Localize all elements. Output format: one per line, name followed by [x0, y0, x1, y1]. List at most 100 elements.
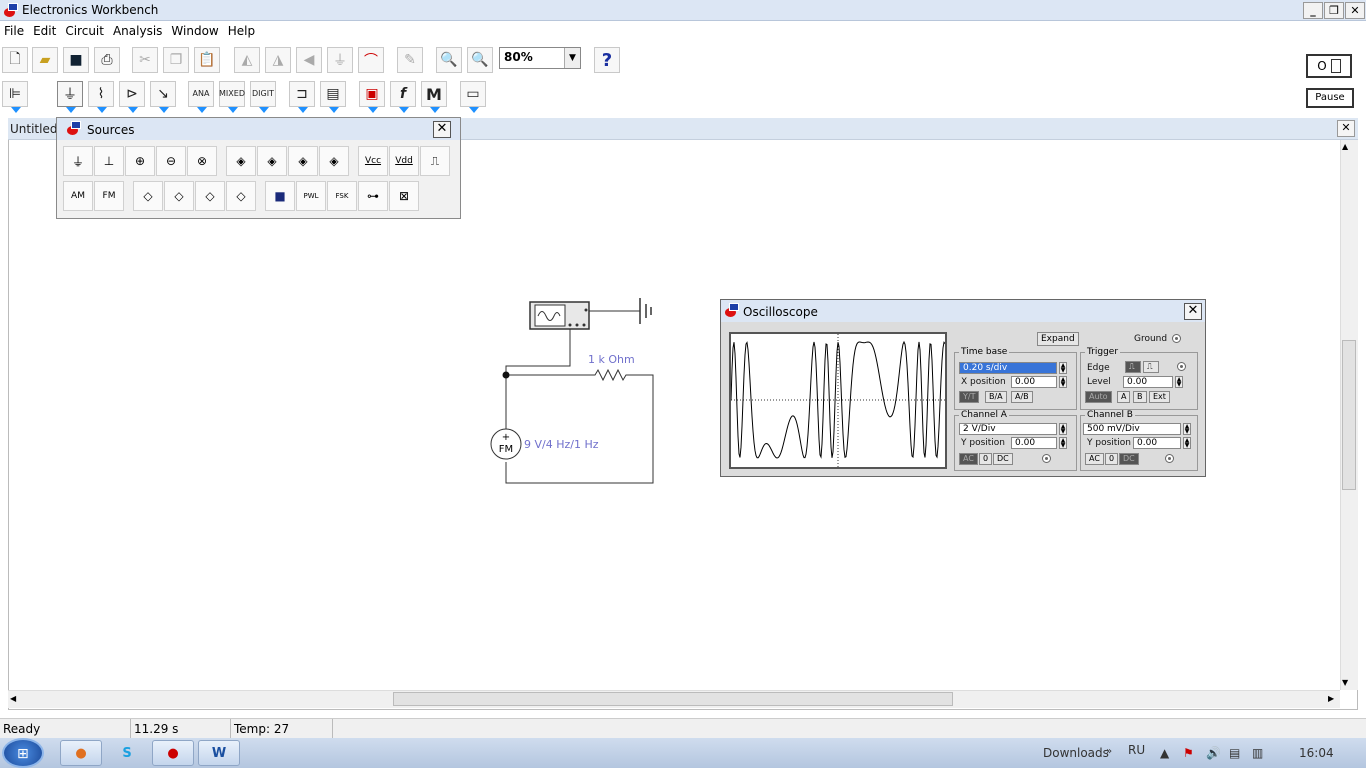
trigger-a-button[interactable]: A: [1117, 391, 1131, 403]
misc-bin-button[interactable]: M: [421, 81, 447, 113]
source-controlled-oneshot[interactable]: ◇: [226, 181, 256, 211]
favorites-bin-button[interactable]: ⊫: [2, 81, 28, 113]
basic-bin-button[interactable]: ⌇: [88, 81, 114, 113]
osc-terminal-b[interactable]: [575, 323, 579, 327]
source-ccvs[interactable]: ◈: [288, 146, 318, 176]
source-am[interactable]: AM: [63, 181, 93, 211]
menu-window[interactable]: Window: [167, 21, 223, 38]
rotate-button[interactable]: ◭: [234, 47, 260, 73]
mode-yt-button[interactable]: Y/T: [959, 391, 980, 403]
subcircuit-button[interactable]: ⏚: [327, 47, 353, 73]
source-fm[interactable]: FM: [94, 181, 124, 211]
analog-ics-bin-button[interactable]: ANA: [188, 81, 214, 113]
source-vcvs[interactable]: ◈: [226, 146, 256, 176]
source-ac-voltage[interactable]: ⊖: [156, 146, 186, 176]
tray-clock[interactable]: 16:04: [1299, 746, 1334, 760]
close-button[interactable]: ✕: [1345, 2, 1365, 19]
channel-a-dc-button[interactable]: DC: [993, 453, 1013, 465]
scroll-up-icon[interactable]: ▲: [1342, 142, 1348, 151]
trigger-ext-button[interactable]: Ext: [1149, 391, 1170, 403]
source-clock[interactable]: ⎍: [420, 146, 450, 176]
paste-button[interactable]: 📋: [194, 47, 220, 73]
source-vdd[interactable]: Vdd: [389, 146, 419, 176]
vertical-scroll-thumb[interactable]: [1342, 340, 1356, 490]
channel-a-ypos-field[interactable]: 0.00: [1011, 437, 1057, 449]
osc-terminal-a[interactable]: [568, 323, 572, 327]
channel-b-ypos-spinner[interactable]: ▲ ▼: [1183, 437, 1191, 449]
source-polynomial[interactable]: ■: [265, 181, 295, 211]
diodes-bin-button[interactable]: ⊳: [119, 81, 145, 113]
flip-horizontal-button[interactable]: ◮: [265, 47, 291, 73]
oscilloscope-close-button[interactable]: ✕: [1184, 303, 1202, 320]
channel-a-scale-spinner[interactable]: ▲ ▼: [1059, 423, 1067, 435]
channel-b-dc-button[interactable]: DC: [1119, 453, 1139, 465]
zoom-select[interactable]: 80% ▼: [499, 47, 581, 69]
source-dc-current[interactable]: ⊕: [125, 146, 155, 176]
pause-button[interactable]: Pause: [1306, 88, 1354, 108]
osc-terminal-ground[interactable]: [582, 323, 586, 327]
source-pwl[interactable]: PWL: [296, 181, 326, 211]
timebase-spinner[interactable]: ▲ ▼: [1059, 362, 1067, 374]
zoom-in-button[interactable]: 🔍: [467, 47, 493, 73]
source-ground[interactable]: ⏚: [63, 146, 93, 176]
taskbar-firefox[interactable]: ●: [60, 740, 102, 766]
restore-button[interactable]: ❐: [1324, 2, 1344, 19]
tray-flag-icon[interactable]: ⚑: [1183, 746, 1194, 760]
menu-circuit[interactable]: Circuit: [61, 21, 109, 38]
menu-file[interactable]: File: [0, 21, 29, 38]
channel-b-zero-button[interactable]: 0: [1105, 453, 1119, 465]
open-button[interactable]: ▰: [32, 47, 58, 73]
channel-a-ypos-spinner[interactable]: ▲ ▼: [1059, 437, 1067, 449]
tray-volume-icon[interactable]: 🔊: [1206, 746, 1221, 760]
document-close-button[interactable]: ✕: [1337, 120, 1355, 137]
mode-ba-button[interactable]: B/A: [985, 391, 1007, 403]
tray-downloads[interactable]: Downloads: [1043, 746, 1109, 760]
osc-terminal-trigger[interactable]: [584, 308, 588, 312]
channel-b-scale-field[interactable]: 500 mV/Div: [1083, 423, 1181, 435]
menu-help[interactable]: Help: [224, 21, 260, 38]
cut-button[interactable]: ✂: [132, 47, 158, 73]
start-button[interactable]: ⊞: [2, 738, 44, 768]
tray-language[interactable]: RU: [1128, 743, 1145, 757]
sources-bin-button[interactable]: ⏚: [57, 81, 83, 113]
tray-device-icon[interactable]: ▤: [1229, 746, 1240, 760]
indicators-bin-button[interactable]: ▣: [359, 81, 385, 113]
digital-bin-button[interactable]: ▤: [320, 81, 346, 113]
edge-falling-button[interactable]: ⎍: [1143, 361, 1159, 373]
minimize-button[interactable]: _: [1303, 2, 1323, 19]
expand-button[interactable]: Expand: [1037, 332, 1079, 346]
source-vc-square[interactable]: ◇: [195, 181, 225, 211]
timebase-field[interactable]: 0.20 s/div: [959, 362, 1057, 374]
source-vcc[interactable]: Vcc: [358, 146, 388, 176]
xpos-spinner[interactable]: ▲ ▼: [1059, 376, 1067, 388]
graph-button[interactable]: ⌒: [358, 47, 384, 73]
print-button[interactable]: ⎙: [94, 47, 120, 73]
scroll-down-icon[interactable]: ▼: [1342, 678, 1348, 687]
power-switch[interactable]: O: [1306, 54, 1352, 78]
trigger-terminal[interactable]: [1177, 362, 1186, 371]
scroll-left-icon[interactable]: ◀: [10, 694, 16, 703]
channel-a-ac-button[interactable]: AC: [959, 453, 978, 465]
source-fm-voltage-controlled[interactable]: ◇: [133, 181, 163, 211]
source-battery[interactable]: ⊥: [94, 146, 124, 176]
controls-bin-button[interactable]: f: [390, 81, 416, 113]
source-vccs[interactable]: ◈: [257, 146, 287, 176]
scroll-right-icon[interactable]: ▶: [1328, 694, 1334, 703]
tray-expand-icon[interactable]: »: [1106, 746, 1112, 757]
logic-gates-bin-button[interactable]: ⊐: [289, 81, 315, 113]
level-field[interactable]: 0.00: [1123, 376, 1173, 388]
menu-edit[interactable]: Edit: [29, 21, 61, 38]
channel-b-terminal[interactable]: [1165, 454, 1174, 463]
sources-close-button[interactable]: ✕: [433, 121, 451, 138]
edge-rising-button[interactable]: ⎍: [1125, 361, 1141, 373]
trigger-auto-button[interactable]: Auto: [1085, 391, 1112, 403]
instruments-bin-button[interactable]: ▭: [460, 81, 486, 113]
copy-button[interactable]: ❐: [163, 47, 189, 73]
transistors-bin-button[interactable]: ↘: [150, 81, 176, 113]
digital-ics-bin-button[interactable]: DIGIT: [250, 81, 276, 113]
taskbar-electronics-workbench[interactable]: ●: [152, 740, 194, 766]
channel-a-zero-button[interactable]: 0: [979, 453, 993, 465]
channel-a-terminal[interactable]: [1042, 454, 1051, 463]
source-ac-current[interactable]: ⊗: [187, 146, 217, 176]
mixed-ics-bin-button[interactable]: MIXED: [219, 81, 245, 113]
